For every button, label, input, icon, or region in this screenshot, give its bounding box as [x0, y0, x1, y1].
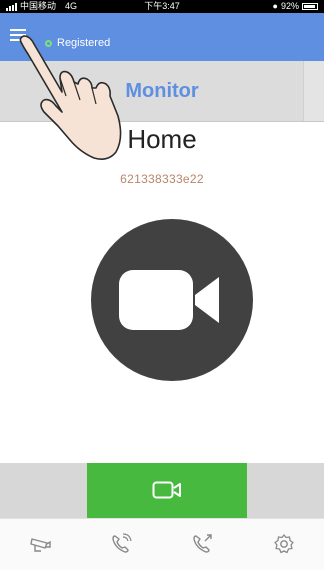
tab-monitor[interactable]	[0, 519, 81, 570]
battery-icon	[302, 3, 318, 10]
registration-status: Registered	[57, 37, 111, 49]
video-camera-outline-icon	[152, 481, 181, 499]
title-band: Monitor	[0, 61, 324, 122]
tab-bar	[0, 518, 324, 570]
phone-outgoing-icon	[193, 534, 212, 553]
video-camera-icon	[119, 270, 219, 330]
alarm-icon: ●	[272, 1, 278, 11]
side-panel-handle	[303, 61, 324, 121]
device-id: 621338333e22	[120, 172, 204, 186]
tab-incoming-calls[interactable]	[81, 519, 162, 570]
tab-settings[interactable]	[243, 519, 324, 570]
page-title: Monitor	[125, 80, 199, 102]
top-bar: Registered	[0, 13, 324, 61]
battery-percent: 92%	[280, 1, 299, 11]
video-call-button[interactable]	[87, 463, 247, 518]
menu-icon[interactable]	[10, 29, 26, 43]
tab-outgoing-calls[interactable]	[162, 519, 243, 570]
device-name: Home	[127, 124, 197, 154]
action-bar	[0, 463, 324, 518]
phone-incoming-icon	[112, 533, 132, 553]
settings-gear-icon	[274, 534, 294, 554]
status-bar: 中国移动 4G 下午3:47 ● 92%	[0, 0, 324, 13]
battery-info: ● 92%	[273, 0, 318, 13]
start-monitor-button[interactable]	[91, 219, 253, 381]
cctv-camera-icon	[30, 538, 51, 552]
registration-status-icon	[45, 40, 52, 47]
